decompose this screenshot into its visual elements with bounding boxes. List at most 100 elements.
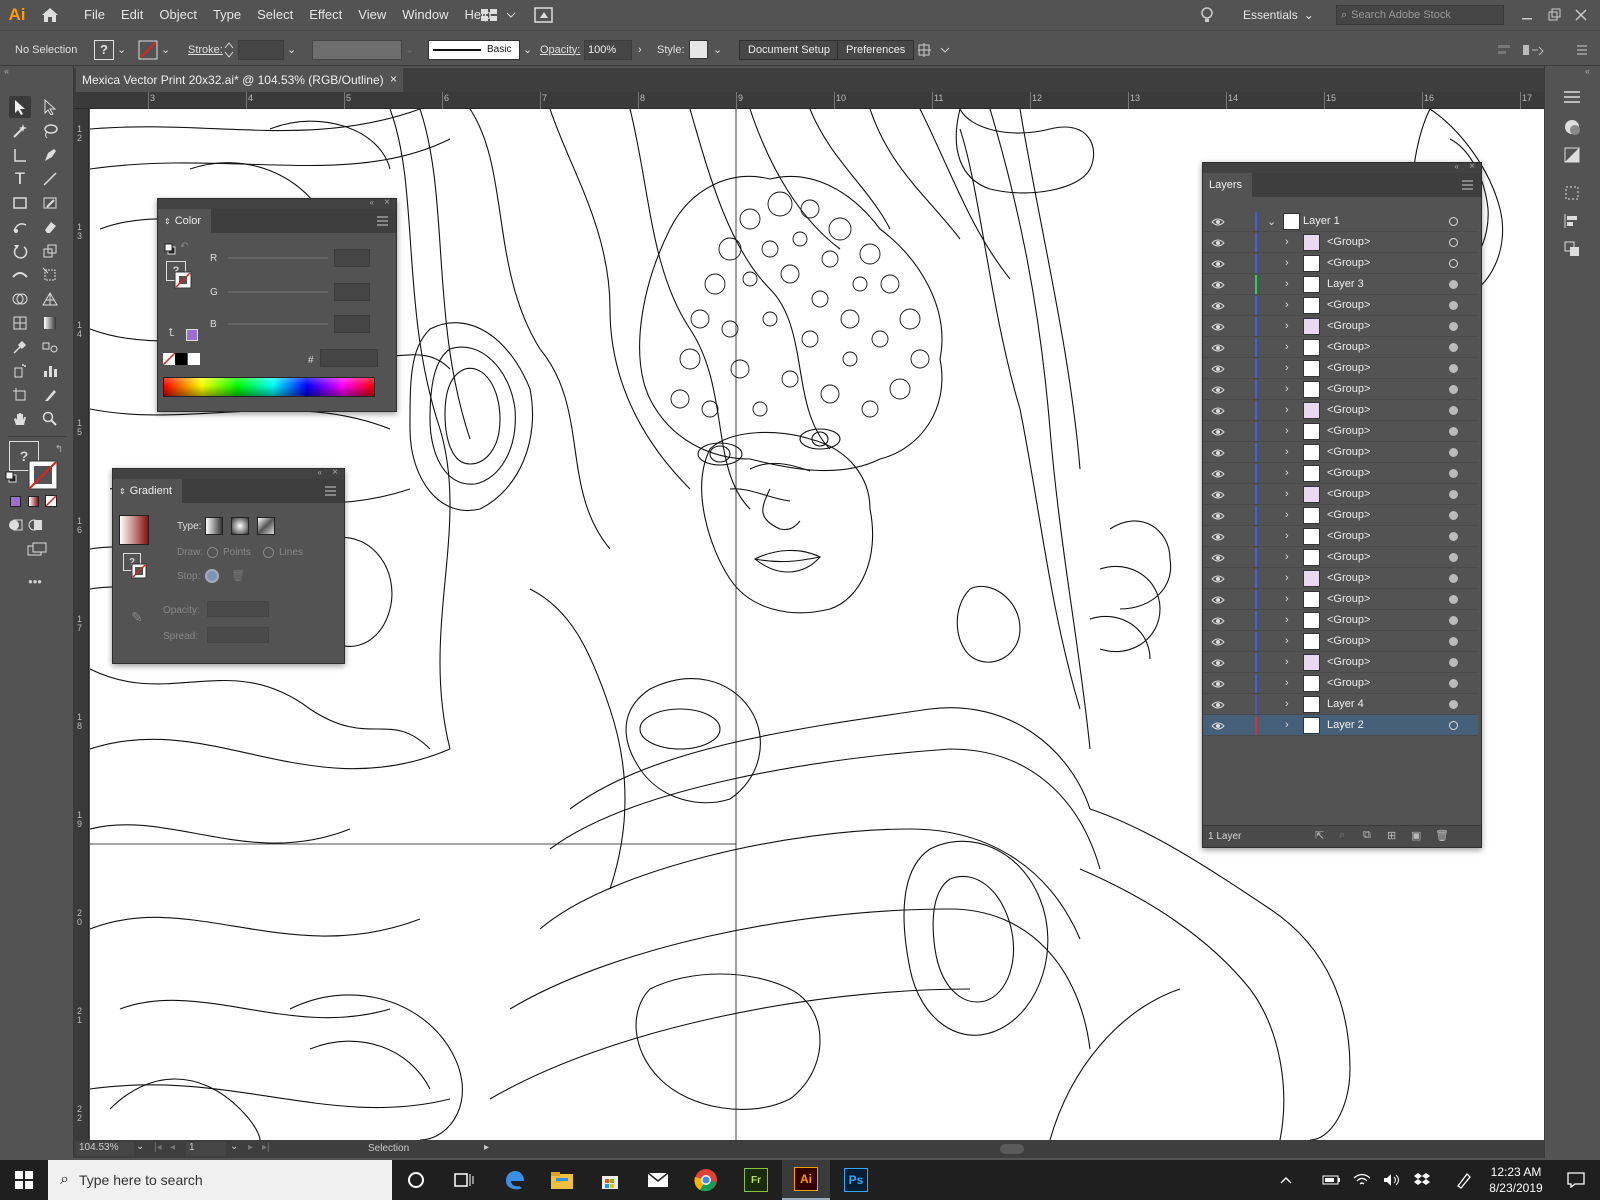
microsoft-store-icon[interactable] [586, 1160, 634, 1200]
export-icon[interactable]: ⇱ [1315, 829, 1324, 842]
eye-icon[interactable] [1211, 699, 1225, 713]
first-artboard-icon[interactable]: |◂ [154, 1142, 162, 1153]
target-icon[interactable] [1449, 700, 1458, 709]
target-icon[interactable] [1449, 511, 1458, 520]
illustrator-taskbar-icon[interactable]: Ai [782, 1160, 830, 1200]
gradient-mode-icon[interactable] [26, 494, 40, 508]
chevron-down-icon[interactable]: ⌄ [523, 43, 532, 56]
opacity-field[interactable]: 100% › [584, 39, 642, 60]
stroke-label[interactable]: Stroke: [188, 39, 223, 60]
column-graph-tool-icon[interactable] [39, 360, 61, 382]
close-panel-icon[interactable]: × [384, 197, 390, 208]
brush-definition[interactable]: Basic ⌄ [428, 39, 532, 60]
layer-row[interactable]: › <Group> [1203, 232, 1478, 253]
eye-icon[interactable] [1211, 426, 1225, 440]
close-panel-icon[interactable]: × [1469, 161, 1475, 172]
swap-fill-stroke-icon[interactable]: ↶ [180, 241, 188, 252]
target-icon[interactable] [1449, 427, 1458, 436]
gradient-stroke-indicator[interactable] [131, 563, 147, 582]
adobe-fresco-icon[interactable]: Fr [732, 1160, 780, 1200]
home-icon[interactable] [34, 0, 66, 30]
windows-start-icon[interactable] [0, 1160, 48, 1200]
target-icon[interactable] [1449, 658, 1458, 667]
collapse-panel-icon[interactable]: « [1455, 162, 1459, 171]
properties-icon[interactable] [1563, 90, 1581, 107]
previous-artboard-icon[interactable]: ◂ [170, 1142, 175, 1153]
stroke-weight-stepper[interactable]: ⌄ [224, 39, 296, 60]
target-icon[interactable] [1449, 343, 1458, 352]
menu-effect[interactable]: Effect [301, 0, 350, 30]
eraser-tool-icon[interactable] [39, 216, 61, 238]
target-icon[interactable] [1449, 385, 1458, 394]
zoom-field[interactable]: 104.53% [76, 1142, 134, 1156]
eye-icon[interactable] [1211, 510, 1225, 524]
eye-icon[interactable] [1211, 552, 1225, 566]
target-icon[interactable] [1449, 406, 1458, 415]
target-icon[interactable] [1449, 322, 1458, 331]
stroke-indicator[interactable] [174, 271, 192, 292]
panel-menu-icon[interactable] [1462, 179, 1473, 193]
green-slider[interactable] [228, 291, 328, 293]
eye-icon[interactable] [1211, 573, 1225, 587]
mesh-tool-icon[interactable] [9, 312, 31, 334]
transform-panel-icon[interactable] [1563, 184, 1581, 205]
close-panel-icon[interactable]: × [332, 467, 338, 478]
chevron-right-icon[interactable]: › [1285, 278, 1289, 290]
stroke-weight-input[interactable] [238, 39, 284, 60]
wifi-icon[interactable] [1350, 1160, 1374, 1200]
perspective-grid-tool-icon[interactable] [39, 288, 61, 310]
document-tab[interactable]: Mexica Vector Print 20x32.ai* @ 104.53% … [76, 68, 403, 92]
magic-wand-tool-icon[interactable] [9, 120, 31, 142]
target-icon[interactable] [1449, 637, 1458, 646]
rectangle-tool-icon[interactable] [9, 192, 31, 214]
gradient-eyedropper-icon[interactable]: ✎ [131, 609, 143, 626]
layer-row[interactable]: › <Group> [1203, 631, 1478, 652]
layer-row[interactable]: › <Group> [1203, 421, 1478, 442]
symbol-sprayer-tool-icon[interactable] [9, 360, 31, 382]
eye-icon[interactable] [1211, 279, 1225, 293]
minimize-icon[interactable] [1520, 0, 1534, 30]
edge-browser-icon[interactable] [490, 1160, 538, 1200]
target-icon[interactable] [1449, 490, 1458, 499]
paintbrush-tool-icon[interactable] [39, 192, 61, 214]
panel-menu-icon[interactable] [325, 485, 336, 499]
locate-object-icon[interactable]: ⌕ [1339, 829, 1345, 842]
tab-gradient[interactable]: ⇕ Gradient [113, 479, 182, 503]
chevron-right-icon[interactable]: › [1285, 698, 1289, 710]
collapse-panel-icon[interactable]: « [370, 198, 374, 207]
lightbulb-icon[interactable] [1200, 0, 1214, 30]
target-icon[interactable] [1449, 574, 1458, 583]
tab-color[interactable]: ⇕ Color [158, 209, 211, 233]
chevron-down-icon[interactable]: ⌄ [1267, 215, 1276, 228]
draw-normal-icon[interactable] [6, 516, 24, 534]
eye-icon[interactable] [1211, 258, 1225, 272]
target-icon[interactable] [1449, 553, 1458, 562]
slice-tool-icon[interactable] [39, 384, 61, 406]
layer-row[interactable]: › <Group> [1203, 505, 1478, 526]
variable-width-profile[interactable]: ⌄ [312, 39, 414, 60]
chevron-right-icon[interactable]: › [1285, 467, 1289, 479]
dropbox-icon[interactable] [1410, 1160, 1434, 1200]
chevron-right-icon[interactable]: › [1285, 362, 1289, 374]
volume-icon[interactable] [1380, 1160, 1404, 1200]
layer-row[interactable]: › <Group> [1203, 526, 1478, 547]
freeform-gradient-button[interactable] [257, 517, 275, 535]
layer-row[interactable]: › <Group> [1203, 589, 1478, 610]
chevron-right-icon[interactable]: › [1285, 320, 1289, 332]
hex-input[interactable] [320, 349, 378, 367]
points-radio[interactable] [207, 547, 218, 558]
layer-row[interactable]: › <Group> [1203, 463, 1478, 484]
arrange-documents-icon[interactable] [480, 0, 520, 30]
transparency-icon[interactable] [1563, 146, 1581, 167]
chevron-right-icon[interactable]: › [1285, 572, 1289, 584]
horizontal-scroll-thumb[interactable] [1000, 1144, 1024, 1154]
color-mode-icon[interactable] [8, 494, 22, 508]
red-slider[interactable] [228, 257, 328, 259]
color-spectrum[interactable] [163, 377, 375, 397]
swap-fill-stroke-icon[interactable]: ↰ [48, 438, 70, 460]
eye-icon[interactable] [1211, 678, 1225, 692]
chevron-right-icon[interactable]: › [1285, 488, 1289, 500]
blue-input[interactable] [334, 315, 370, 333]
collapse-panel-icon[interactable]: « [4, 66, 9, 76]
target-icon[interactable] [1449, 721, 1458, 730]
